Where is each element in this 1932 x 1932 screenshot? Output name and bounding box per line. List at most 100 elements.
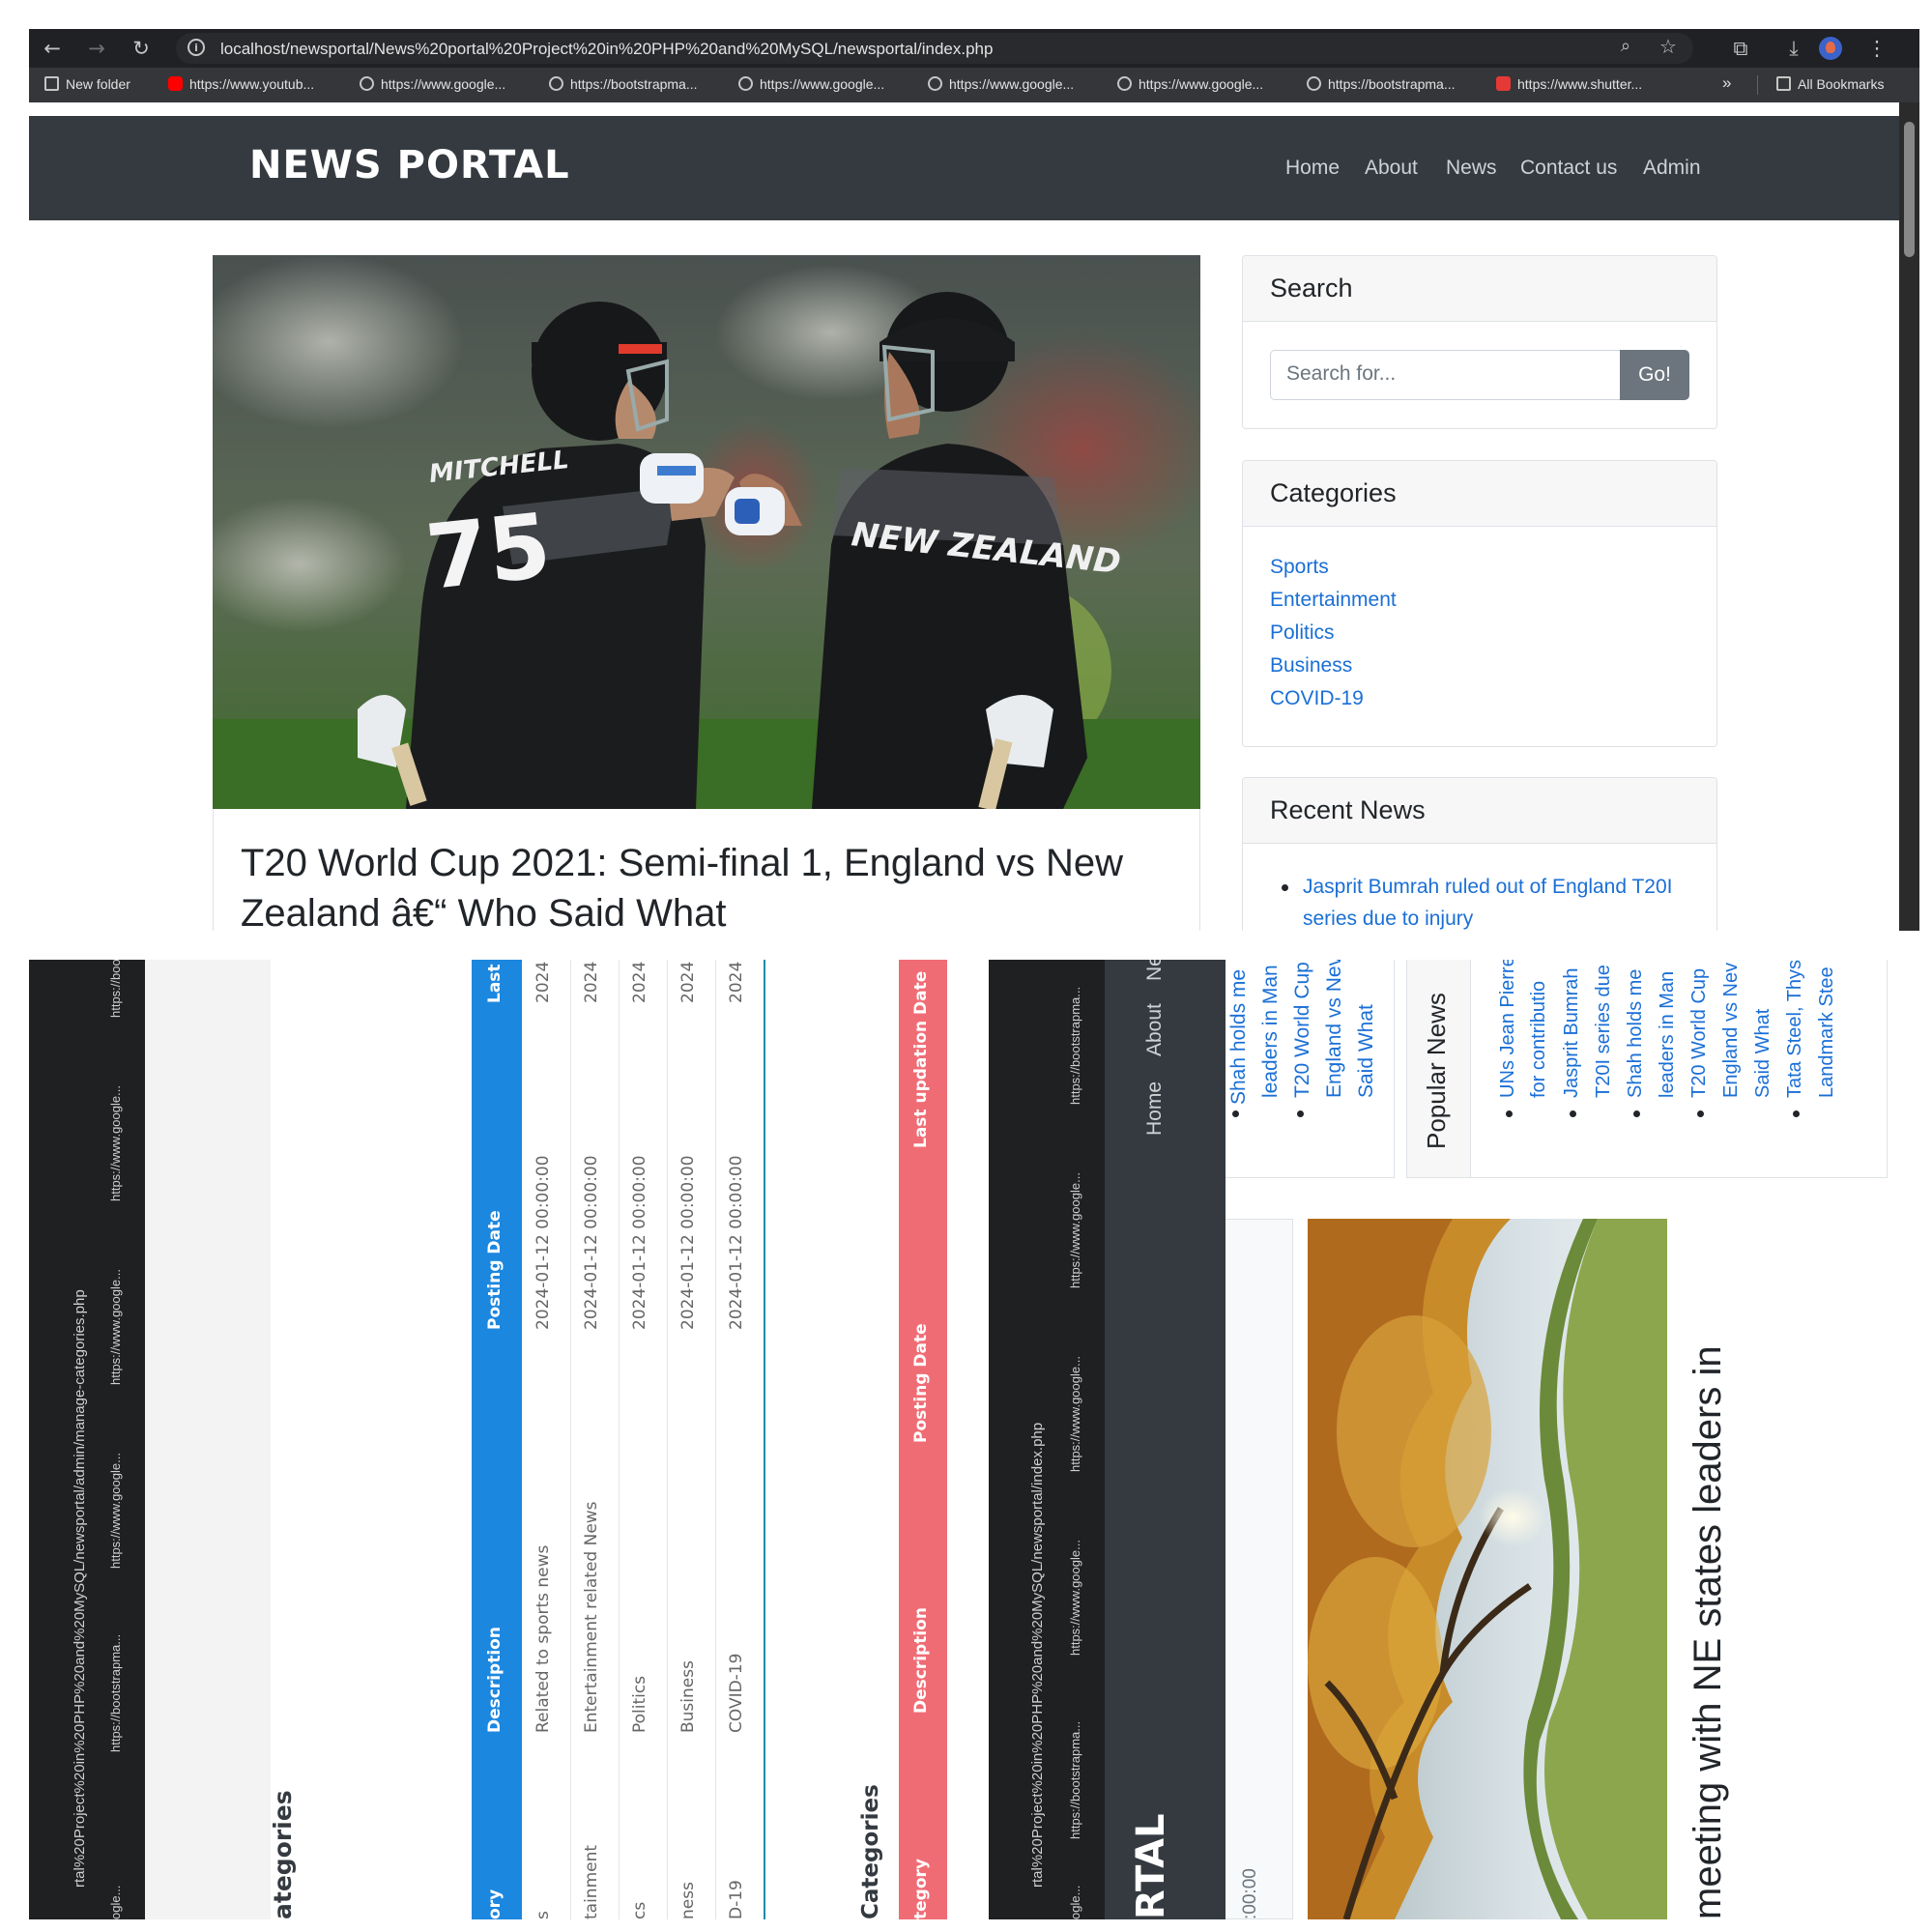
popular-news-item[interactable]: Jasprit Bumrah — [1561, 968, 1583, 1099]
search-button[interactable]: Go! — [1620, 350, 1689, 400]
bookmark-item[interactable]: https://www.shutter... — [1496, 76, 1642, 96]
page-scrollbar[interactable] — [1899, 102, 1919, 931]
bookmark-item[interactable]: https://www.google... — [1068, 1540, 1082, 1656]
popular-news-item[interactable]: for contributio — [1528, 981, 1550, 1098]
bookmark-item[interactable]: https://bootstrapma... — [108, 1634, 123, 1752]
bookmark-item[interactable]: https://bootstrapma... — [549, 76, 698, 96]
site-brand[interactable]: NEWS PORTAL — [249, 143, 570, 187]
menu-dots-icon[interactable]: ⋮ — [1863, 35, 1890, 62]
post-title[interactable]: T20 World Cup 2021: Semi-final 1, Englan… — [241, 838, 1168, 931]
article-image — [1308, 1219, 1667, 1919]
nav-about[interactable]: About — [1365, 157, 1418, 180]
recent-news-item[interactable]: Jasprit Bumrah ruled out of England T20I… — [1282, 871, 1689, 931]
category-link[interactable]: COVID-19 — [1270, 687, 1364, 710]
col-header-last-updation: Last updation Date — [911, 970, 931, 1148]
bullet — [1506, 1110, 1513, 1117]
bookmark-item[interactable]: https://bootstrapma... — [1307, 76, 1456, 96]
browser-chrome-rotated — [989, 960, 1105, 1919]
bookmark-item[interactable]: New folder — [44, 76, 130, 96]
bookmark-item[interactable]: ogle... — [1068, 1886, 1082, 1919]
zoom-icon[interactable]: ⌕ — [1621, 36, 1630, 56]
table-row: D-19 COVID-19 2024-01-12 00:00:00 2024 — [715, 960, 765, 1919]
popular-news-item[interactable]: T20 World Cup — [1688, 968, 1711, 1098]
bullet — [1282, 884, 1288, 891]
bookmark-item[interactable]: https://bootstrapma... — [108, 960, 123, 1018]
nav-news[interactable]: Ne — [1143, 960, 1167, 981]
category-link[interactable]: Sports — [1270, 556, 1329, 579]
col-header-description: Description — [911, 1607, 931, 1714]
category-link[interactable]: Business — [1270, 654, 1352, 678]
star-icon[interactable]: ☆ — [1659, 35, 1677, 58]
table-row: s Related to sports news 2024-01-12 00:0… — [522, 960, 571, 1919]
globe-icon — [928, 76, 942, 91]
browser-toolbar: ← → ↻ i localhost/newsportal/News%20port… — [29, 29, 1919, 68]
url-text: rtal%20Project%20in%20PHP%20and%20MySQL/… — [1029, 1422, 1046, 1888]
browser-window: ← → ↻ i localhost/newsportal/News%20port… — [29, 29, 1919, 931]
bookmark-item[interactable]: https://www.google... — [928, 76, 1074, 96]
download-icon[interactable]: ⤓ — [1780, 35, 1807, 62]
landscape-photo — [1308, 1219, 1667, 1919]
category-link[interactable]: Politics — [1270, 621, 1335, 645]
bookmark-item[interactable]: https://bootstrapma... — [1068, 987, 1082, 1105]
deleted-categories-title: Categories — [858, 1784, 883, 1919]
popular-news-item[interactable]: UNs Jean Pierre — [1497, 960, 1519, 1098]
col-header-posting-date: Posting Date — [911, 1323, 931, 1443]
divider — [1757, 75, 1758, 95]
youtube-icon — [168, 76, 183, 91]
folder-icon — [1776, 76, 1791, 91]
recent-news-item[interactable]: Shah holds me — [1227, 969, 1251, 1105]
nav-home[interactable]: Home — [1143, 1081, 1167, 1136]
bookmark-item[interactable]: https://www.google... — [738, 76, 884, 96]
more-bookmarks-button[interactable]: » — [1722, 73, 1731, 93]
nav-about[interactable]: About — [1143, 1003, 1167, 1056]
bookmark-item[interactable]: https://www.google... — [360, 76, 505, 96]
recent-news-item[interactable]: leaders in Man — [1259, 965, 1283, 1098]
popular-news-item[interactable]: Landmark Stee — [1816, 966, 1838, 1098]
reload-icon[interactable]: ↻ — [128, 35, 155, 62]
back-arrow-icon[interactable]: ← — [39, 35, 66, 62]
bullet — [1793, 1110, 1800, 1117]
popular-news-item[interactable]: leaders in Man — [1657, 971, 1679, 1098]
nav-contact[interactable]: Contact us — [1520, 157, 1617, 180]
bookmark-item[interactable]: https://www.google... — [108, 1453, 123, 1569]
nav-admin[interactable]: Admin — [1643, 157, 1701, 180]
popular-news-item[interactable]: Tata Steel, Thys — [1784, 960, 1806, 1098]
bookmark-item[interactable]: https://www.google... — [108, 1269, 123, 1385]
bookmark-item[interactable]: ogle... — [108, 1886, 123, 1919]
site-brand[interactable]: RTAL — [1129, 1813, 1173, 1919]
url-text: localhost/newsportal/News%20portal%20Pro… — [220, 40, 994, 58]
globe-icon — [360, 76, 374, 91]
search-widget: Search Search for... Go! — [1242, 255, 1717, 429]
bookmark-item[interactable]: https://www.youtub... — [168, 76, 314, 96]
popular-news-title: Popular News — [1422, 993, 1451, 1149]
all-bookmarks-button[interactable]: All Bookmarks — [1776, 76, 1884, 96]
news-index-screenshot-rotated: rtal%20Project%20in%20PHP%20and%20MySQL/… — [989, 960, 1919, 1919]
bookmark-item[interactable]: https://www.google... — [1068, 1356, 1082, 1472]
address-bar[interactable]: i localhost/newsportal/News%20portal%20P… — [176, 33, 1693, 64]
table-header — [472, 960, 522, 1919]
bullet — [1633, 1110, 1640, 1117]
bookmark-item[interactable]: https://bootstrapma... — [1068, 1721, 1082, 1839]
forward-arrow-icon[interactable]: → — [83, 35, 110, 62]
scrollbar-thumb[interactable] — [1904, 122, 1915, 257]
bookmark-item[interactable]: https://www.google... — [1068, 1172, 1082, 1288]
category-link[interactable]: Entertainment — [1270, 589, 1397, 612]
recent-news-item[interactable]: T20 World Cup — [1291, 962, 1314, 1098]
bullet — [1570, 1110, 1576, 1117]
extensions-icon[interactable]: ⧉ — [1727, 35, 1754, 62]
bookmark-item[interactable]: https://www.google... — [1117, 76, 1263, 96]
shutterstock-icon — [1496, 76, 1511, 91]
search-input[interactable]: Search for... — [1270, 350, 1622, 400]
nav-news[interactable]: News — [1446, 157, 1497, 180]
bookmark-item[interactable]: https://www.google... — [108, 1085, 123, 1201]
profile-avatar[interactable] — [1819, 37, 1842, 60]
recent-news-item[interactable]: England vs Nev — [1323, 960, 1346, 1098]
popular-news-item[interactable]: Said What — [1752, 1009, 1774, 1098]
site-info-icon[interactable]: i — [187, 39, 205, 56]
popular-news-item[interactable]: England vs Nev — [1720, 963, 1743, 1098]
popular-news-item[interactable]: T20I series due — [1593, 965, 1615, 1098]
recent-news-item[interactable]: Said What — [1355, 1004, 1378, 1098]
nav-home[interactable]: Home — [1285, 157, 1340, 180]
article-title[interactable]: meeting with NE states leaders in — [1687, 1345, 1730, 1919]
popular-news-item[interactable]: Shah holds me — [1625, 969, 1647, 1098]
